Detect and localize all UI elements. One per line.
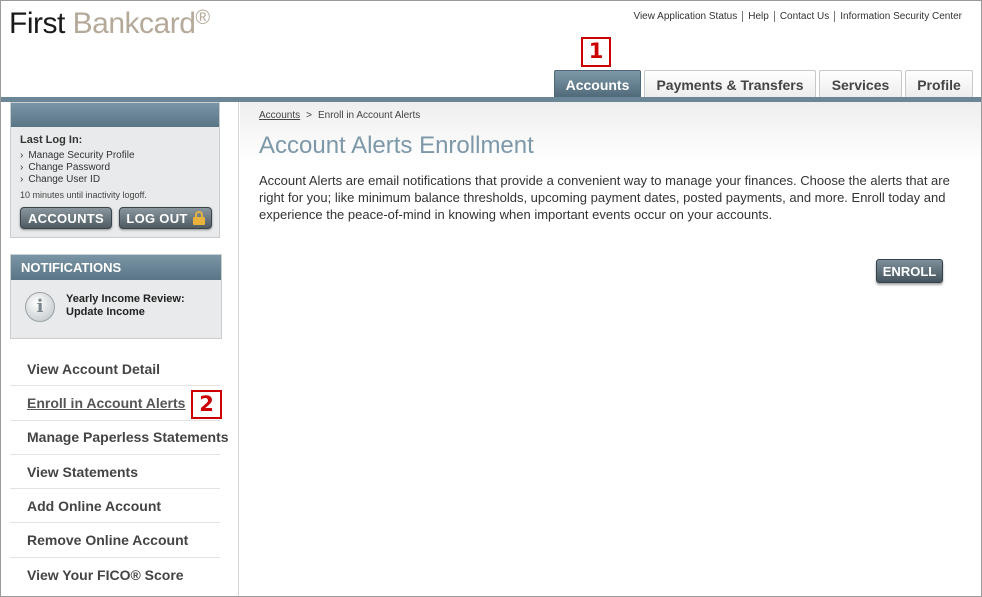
view-application-status-link[interactable]: View Application Status xyxy=(628,11,742,22)
account-nav: View Account Detail Enroll in Account Al… xyxy=(10,352,229,592)
page-title: Account Alerts Enrollment xyxy=(259,132,534,159)
notifications-box: NOTIFICATIONS i Yearly Income Review: Up… xyxy=(10,254,222,339)
annotation-marker-1: 1 xyxy=(581,37,611,67)
breadcrumb: Accounts > Enroll in Account Alerts xyxy=(259,110,420,121)
inactivity-notice: 10 minutes until inactivity logoff. xyxy=(20,190,147,200)
utility-links: View Application Status Help Contact Us Inf… xyxy=(628,11,967,22)
notifications-heading: NOTIFICATIONS xyxy=(11,255,221,280)
nav-view-fico-score[interactable]: View Your FICO® Score xyxy=(10,558,220,592)
logo-bankcard: Bankcard xyxy=(64,7,196,40)
main-content: Accounts > Enroll in Account Alerts Accoun… xyxy=(240,102,981,596)
nav-add-online-account[interactable]: Add Online Account xyxy=(10,489,220,524)
nav-view-account-detail[interactable]: View Account Detail xyxy=(10,352,220,387)
nav-remove-online-account[interactable]: Remove Online Account xyxy=(10,523,220,558)
logout-label: LOG OUT xyxy=(126,210,188,226)
login-box-header xyxy=(11,103,219,127)
tab-payments-transfers[interactable]: Payments & Transfers xyxy=(644,70,816,98)
change-user-id-link[interactable]: Change User ID xyxy=(20,174,135,186)
annotation-marker-2: 2 xyxy=(191,390,222,419)
logout-button[interactable]: LOG OUT xyxy=(119,207,212,229)
brand-logo[interactable]: First Bankcard® xyxy=(9,5,210,43)
login-info-box: Last Log In: Manage Security Profile Cha… xyxy=(10,102,220,238)
change-password-link[interactable]: Change Password xyxy=(20,162,135,174)
sidebar: Last Log In: Manage Security Profile Cha… xyxy=(1,102,239,596)
main-tabs: Accounts Payments & Transfers Services P… xyxy=(554,70,973,98)
notification-message[interactable]: Yearly Income Review: Update Income xyxy=(66,293,185,319)
notification-title: Yearly Income Review: xyxy=(66,293,185,305)
tab-profile[interactable]: Profile xyxy=(905,70,973,98)
information-security-center-link[interactable]: Information Security Center xyxy=(834,11,967,22)
logo-registered-mark: ® xyxy=(195,7,210,29)
nav-manage-paperless-statements[interactable]: Manage Paperless Statements xyxy=(10,421,229,455)
nav-view-statements[interactable]: View Statements xyxy=(10,455,220,490)
contact-us-link[interactable]: Contact Us xyxy=(773,11,835,22)
info-icon: i xyxy=(25,292,55,322)
lock-icon xyxy=(192,211,205,225)
nav-enroll-account-alerts[interactable]: Enroll in Account Alerts xyxy=(10,386,220,421)
page-frame: First Bankcard® View Application Status H… xyxy=(0,0,982,597)
tab-accounts[interactable]: Accounts xyxy=(554,70,641,98)
accounts-button[interactable]: ACCOUNTS xyxy=(20,207,112,229)
help-link[interactable]: Help xyxy=(742,11,774,22)
notification-subtitle: Update Income xyxy=(66,306,145,318)
enroll-button[interactable]: ENROLL xyxy=(876,259,943,283)
tab-services[interactable]: Services xyxy=(819,70,902,98)
last-login-label: Last Log In: xyxy=(20,134,83,146)
breadcrumb-separator: > xyxy=(306,110,312,121)
breadcrumb-current: Enroll in Account Alerts xyxy=(317,110,421,121)
manage-security-profile-link[interactable]: Manage Security Profile xyxy=(20,150,134,162)
security-links: Manage Security Profile Change Password … xyxy=(20,150,135,186)
logo-first: First xyxy=(9,7,65,40)
page-description: Account Alerts are email notifications t… xyxy=(259,173,950,222)
breadcrumb-accounts-link[interactable]: Accounts xyxy=(259,110,300,121)
